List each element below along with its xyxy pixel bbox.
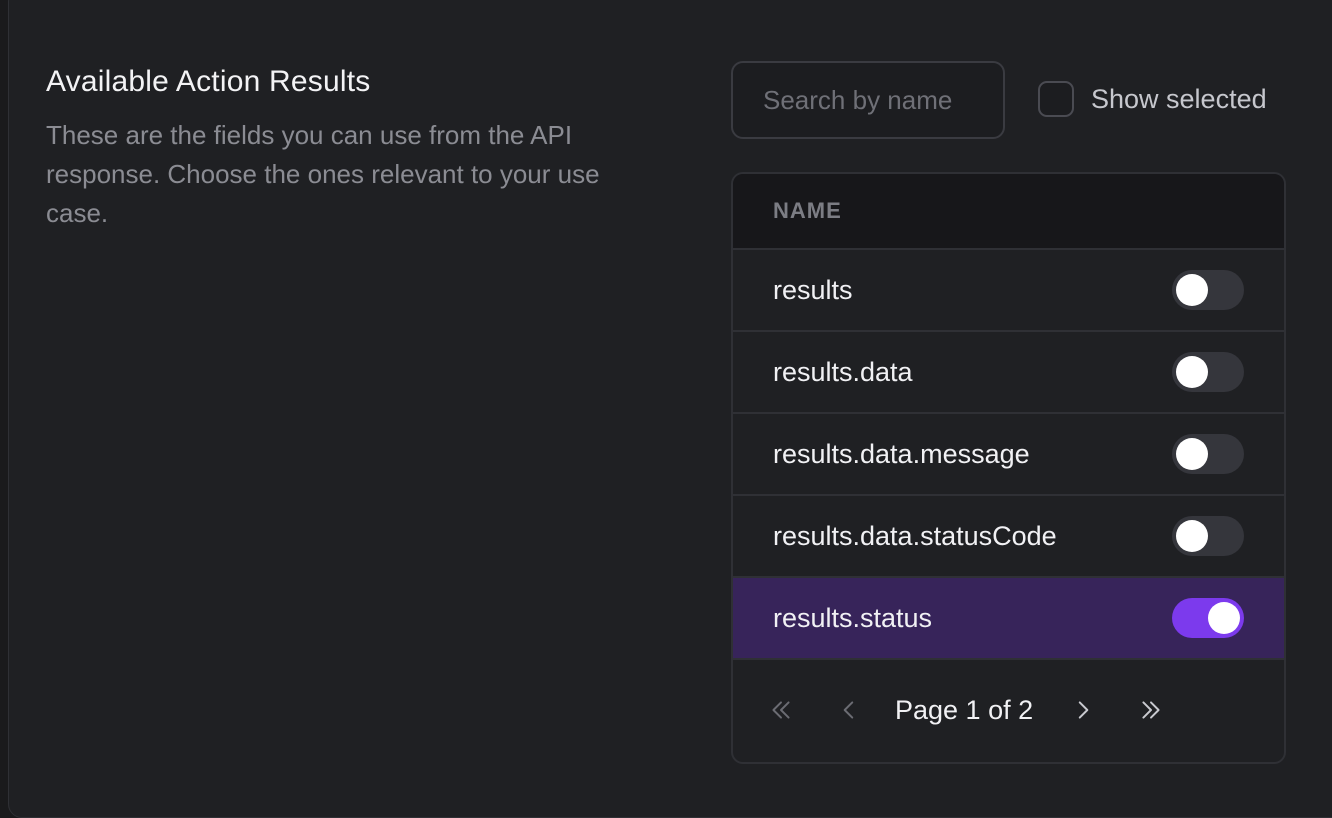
search-input[interactable]: [731, 61, 1005, 139]
row-name: results: [773, 274, 853, 305]
row-name: results.status: [773, 602, 933, 633]
table-row: results.data.statusCode: [733, 496, 1284, 578]
table-row: results: [733, 250, 1284, 332]
table-row: results.data.message: [733, 414, 1284, 496]
next-page-button[interactable]: [1063, 690, 1103, 730]
section-title: Available Action Results: [46, 65, 371, 98]
first-page-button[interactable]: [761, 690, 801, 730]
chevron-left-icon: [843, 701, 854, 719]
row-name: results.data.statusCode: [773, 520, 1057, 551]
row-toggle[interactable]: [1172, 516, 1244, 556]
row-name: results.data: [773, 356, 913, 387]
pagination: Page 1 of 2: [733, 660, 1284, 760]
table-header: NAME: [733, 174, 1284, 250]
toggle-knob: [1176, 520, 1208, 552]
chevron-right-icon: [1078, 701, 1089, 719]
row-toggle[interactable]: [1172, 352, 1244, 392]
chevrons-right-icon: [1142, 701, 1160, 719]
row-name: results.data.message: [773, 438, 1030, 469]
results-table: NAME results results.data results.data.m…: [731, 172, 1286, 764]
chevrons-left-icon: [772, 701, 790, 719]
toggle-knob: [1208, 602, 1240, 634]
column-header-name: NAME: [773, 198, 842, 223]
toggle-knob: [1176, 356, 1208, 388]
page-indicator: Page 1 of 2: [895, 694, 1034, 725]
row-toggle[interactable]: [1172, 270, 1244, 310]
show-selected-label: Show selected: [1091, 83, 1267, 114]
row-toggle[interactable]: [1172, 598, 1244, 638]
show-selected-toggle[interactable]: Show selected: [1038, 80, 1267, 118]
table-row-selected: results.status: [733, 578, 1284, 660]
row-toggle[interactable]: [1172, 434, 1244, 474]
prev-page-button[interactable]: [829, 690, 869, 730]
table-row: results.data: [733, 332, 1284, 414]
toggle-knob: [1176, 274, 1208, 306]
toggle-knob: [1176, 438, 1208, 470]
show-selected-checkbox[interactable]: [1038, 81, 1074, 117]
section-intro: Available Action Results These are the f…: [46, 64, 626, 233]
last-page-button[interactable]: [1131, 690, 1171, 730]
section-description: These are the fields you can use from th…: [46, 120, 600, 228]
